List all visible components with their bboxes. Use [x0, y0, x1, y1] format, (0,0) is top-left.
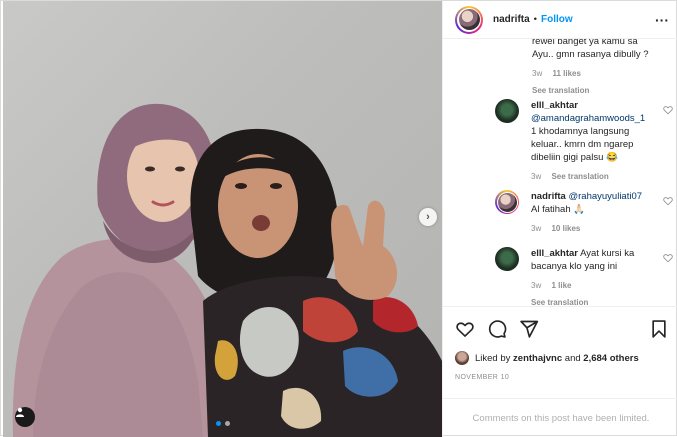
comment-meta: 3w See translation: [531, 170, 661, 183]
comment-age: 3w: [532, 69, 543, 78]
comment-text: Al fatihah 🙏🏻: [531, 204, 586, 215]
commenter-username[interactable]: elll_akhtar: [531, 100, 578, 111]
bookmark-icon[interactable]: [649, 319, 669, 339]
liker-avatar[interactable]: [455, 351, 469, 365]
comments-list[interactable]: rewel banget ya kamu sa Ayu.. gmn rasany…: [443, 39, 677, 306]
comment-partial: rewel banget ya kamu sa Ayu.. gmn rasany…: [532, 39, 662, 97]
instagram-post-frame: › nadrifta • Follow ··· rewel banget ya …: [0, 0, 677, 437]
see-translation-link[interactable]: See translation: [531, 296, 661, 306]
comment-text: 1 khodamnya langsung keluar.. kmrn dm ng…: [531, 126, 634, 163]
comment-icon[interactable]: [487, 319, 507, 339]
commenter-avatar[interactable]: [495, 190, 519, 214]
commenter-username[interactable]: nadrifta: [531, 191, 566, 202]
comment-item: elll_akhtar Ayat kursi ka bacanya klo ya…: [495, 247, 673, 306]
comment-like-icon[interactable]: [663, 105, 673, 115]
heart-icon[interactable]: [455, 319, 475, 339]
likes-summary: Liked by zenthajvnc and 2,684 others: [455, 351, 639, 365]
comment-age: 3w: [531, 224, 542, 233]
liker-username[interactable]: zenthajvnc: [513, 353, 562, 364]
comment-like-icon[interactable]: [663, 253, 673, 263]
header-separator: •: [533, 14, 537, 25]
author-username[interactable]: nadrifta: [493, 14, 530, 25]
comment-text: Ayu.. gmn rasanya dibully ?: [532, 49, 649, 60]
comment-meta: 3w 11 likes: [532, 67, 662, 80]
tagged-users-button[interactable]: [15, 407, 35, 427]
likes-and: and: [564, 352, 581, 364]
author-avatar[interactable]: [455, 5, 483, 34]
comment-like-icon[interactable]: [663, 196, 673, 206]
next-image-button[interactable]: ›: [419, 208, 437, 226]
chevron-right-icon: ›: [426, 211, 430, 223]
post-actions: Liked by zenthajvnc and 2,684 others NOV…: [443, 306, 677, 406]
carousel-indicator: [216, 421, 230, 426]
post-image[interactable]: ›: [3, 1, 442, 437]
comment-likes[interactable]: 11 likes: [552, 69, 580, 78]
likes-prefix: Liked by: [475, 352, 511, 364]
comment-likes[interactable]: 1 like: [551, 281, 571, 290]
photo-illustration: [12, 103, 442, 437]
comment-age: 3w: [531, 172, 542, 181]
likes-count[interactable]: 2,684 others: [583, 353, 638, 364]
comment-item: elll_akhtar @amandagrahamwoods_1 1 khoda…: [495, 99, 673, 183]
commenter-avatar[interactable]: [495, 247, 519, 271]
commenter-avatar[interactable]: [495, 99, 519, 123]
follow-button[interactable]: Follow: [541, 14, 573, 25]
comment-likes[interactable]: 10 likes: [551, 224, 580, 233]
paper-plane-icon[interactable]: [519, 319, 539, 339]
comments-limited-notice: Comments on this post have been limited.: [443, 398, 677, 437]
comment-mention[interactable]: @amandagrahamwoods_1: [531, 113, 645, 124]
comment-item: nadrifta @rahayuyuliati07 Al fatihah 🙏🏻 …: [495, 190, 673, 235]
action-buttons: [455, 319, 539, 339]
post-side-panel: nadrifta • Follow ··· rewel banget ya ka…: [442, 1, 677, 437]
post-date[interactable]: NOVEMBER 10: [455, 374, 509, 381]
see-translation-link[interactable]: See translation: [551, 172, 608, 181]
comment-meta: 3w 10 likes: [531, 222, 661, 235]
commenter-username[interactable]: elll_akhtar: [531, 248, 578, 259]
comment-text: rewel banget ya kamu sa: [532, 39, 638, 47]
user-tag-icon: [16, 407, 24, 417]
more-options-icon[interactable]: ···: [655, 12, 669, 28]
carousel-dot-active: [216, 421, 221, 426]
carousel-dot: [225, 421, 230, 426]
comment-age: 3w: [531, 281, 542, 290]
post-header: nadrifta • Follow ···: [443, 1, 677, 39]
comment-mention[interactable]: @rahayuyuliati07: [568, 191, 642, 202]
comment-meta: 3w 1 like: [531, 279, 661, 292]
see-translation-link[interactable]: See translation: [532, 84, 662, 97]
